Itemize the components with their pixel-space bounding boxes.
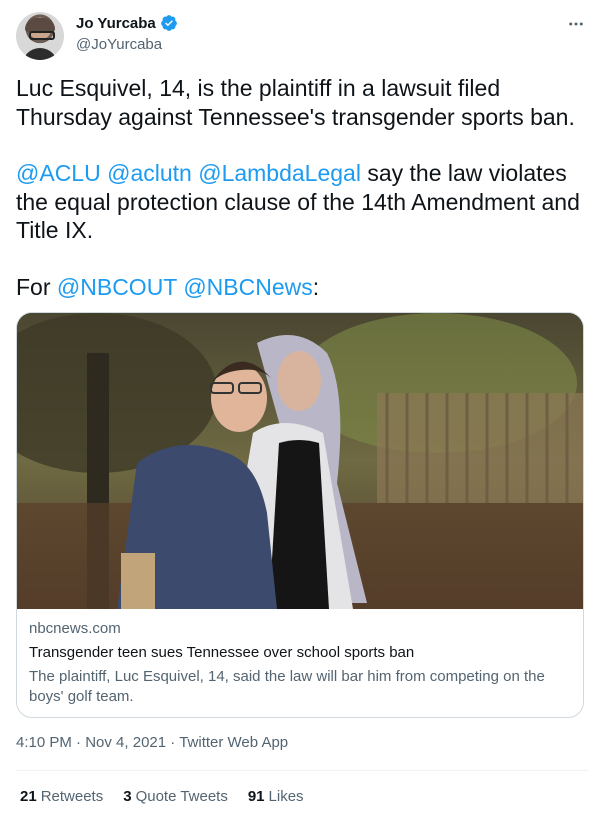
mention-aclu[interactable]: @ACLU — [16, 160, 101, 186]
mention-aclutn[interactable]: @aclutn — [107, 160, 192, 186]
meta-separator-2: · — [170, 734, 176, 751]
mention-nbcout[interactable]: @NBCOUT — [57, 274, 177, 300]
link-card[interactable]: nbcnews.com Transgender teen sues Tennes… — [16, 312, 584, 718]
card-domain: nbcnews.com — [29, 620, 121, 637]
likes-stat[interactable]: 91 Likes — [248, 788, 304, 805]
quotes-label: Quote Tweets — [135, 788, 228, 805]
card-title[interactable]: Transgender teen sues Tennessee over sch… — [29, 643, 569, 663]
mention-lambdalegal[interactable]: @LambdaLegal — [198, 160, 361, 186]
tweet-text: Luc Esquivel, 14, is the plaintiff in a … — [16, 74, 588, 329]
tweet-stats: 21 Retweets 3 Quote Tweets 91 Likes — [20, 788, 304, 805]
avatar[interactable] — [16, 12, 64, 60]
author-name-row: Jo Yurcaba — [76, 14, 178, 32]
tweet-paragraph-2: @ACLU @aclutn @LambdaLegal say the law v… — [16, 159, 588, 245]
author-handle[interactable]: @JoYurcaba — [76, 36, 162, 53]
author-name[interactable]: Jo Yurcaba — [76, 15, 156, 32]
tweet-meta: 4:10 PM · Nov 4, 2021 · Twitter Web App — [16, 734, 288, 751]
card-image[interactable] — [17, 313, 583, 609]
tweet-paragraph-1: Luc Esquivel, 14, is the plaintiff in a … — [16, 75, 575, 130]
retweets-count: 21 — [20, 788, 37, 805]
tweet-time[interactable]: 4:10 PM — [16, 734, 72, 751]
verified-badge-icon — [160, 15, 177, 31]
quote-tweets-stat[interactable]: 3 Quote Tweets — [123, 788, 228, 805]
mention-nbcnews[interactable]: @NBCNews — [183, 274, 312, 300]
meta-separator: · — [76, 734, 82, 751]
card-body: nbcnews.com Transgender teen sues Tennes… — [29, 619, 569, 707]
tweet-client[interactable]: Twitter Web App — [179, 734, 288, 751]
retweets-stat[interactable]: 21 Retweets — [20, 788, 103, 805]
tweet-date[interactable]: Nov 4, 2021 — [85, 734, 166, 751]
for-suffix: : — [312, 273, 320, 300]
more-options-icon[interactable] — [564, 12, 588, 36]
tweet-header: Jo Yurcaba @JoYurcaba — [16, 12, 588, 62]
retweets-label: Retweets — [40, 788, 104, 805]
likes-label: Likes — [268, 788, 304, 805]
tweet-paragraph-3: For @NBCOUT @NBCNews: — [16, 273, 588, 302]
quotes-count: 3 — [123, 788, 132, 805]
card-description: The plaintiff, Luc Esquivel, 14, said th… — [29, 668, 545, 705]
divider — [16, 770, 588, 771]
likes-count: 91 — [247, 788, 265, 805]
for-prefix: For — [16, 273, 51, 300]
